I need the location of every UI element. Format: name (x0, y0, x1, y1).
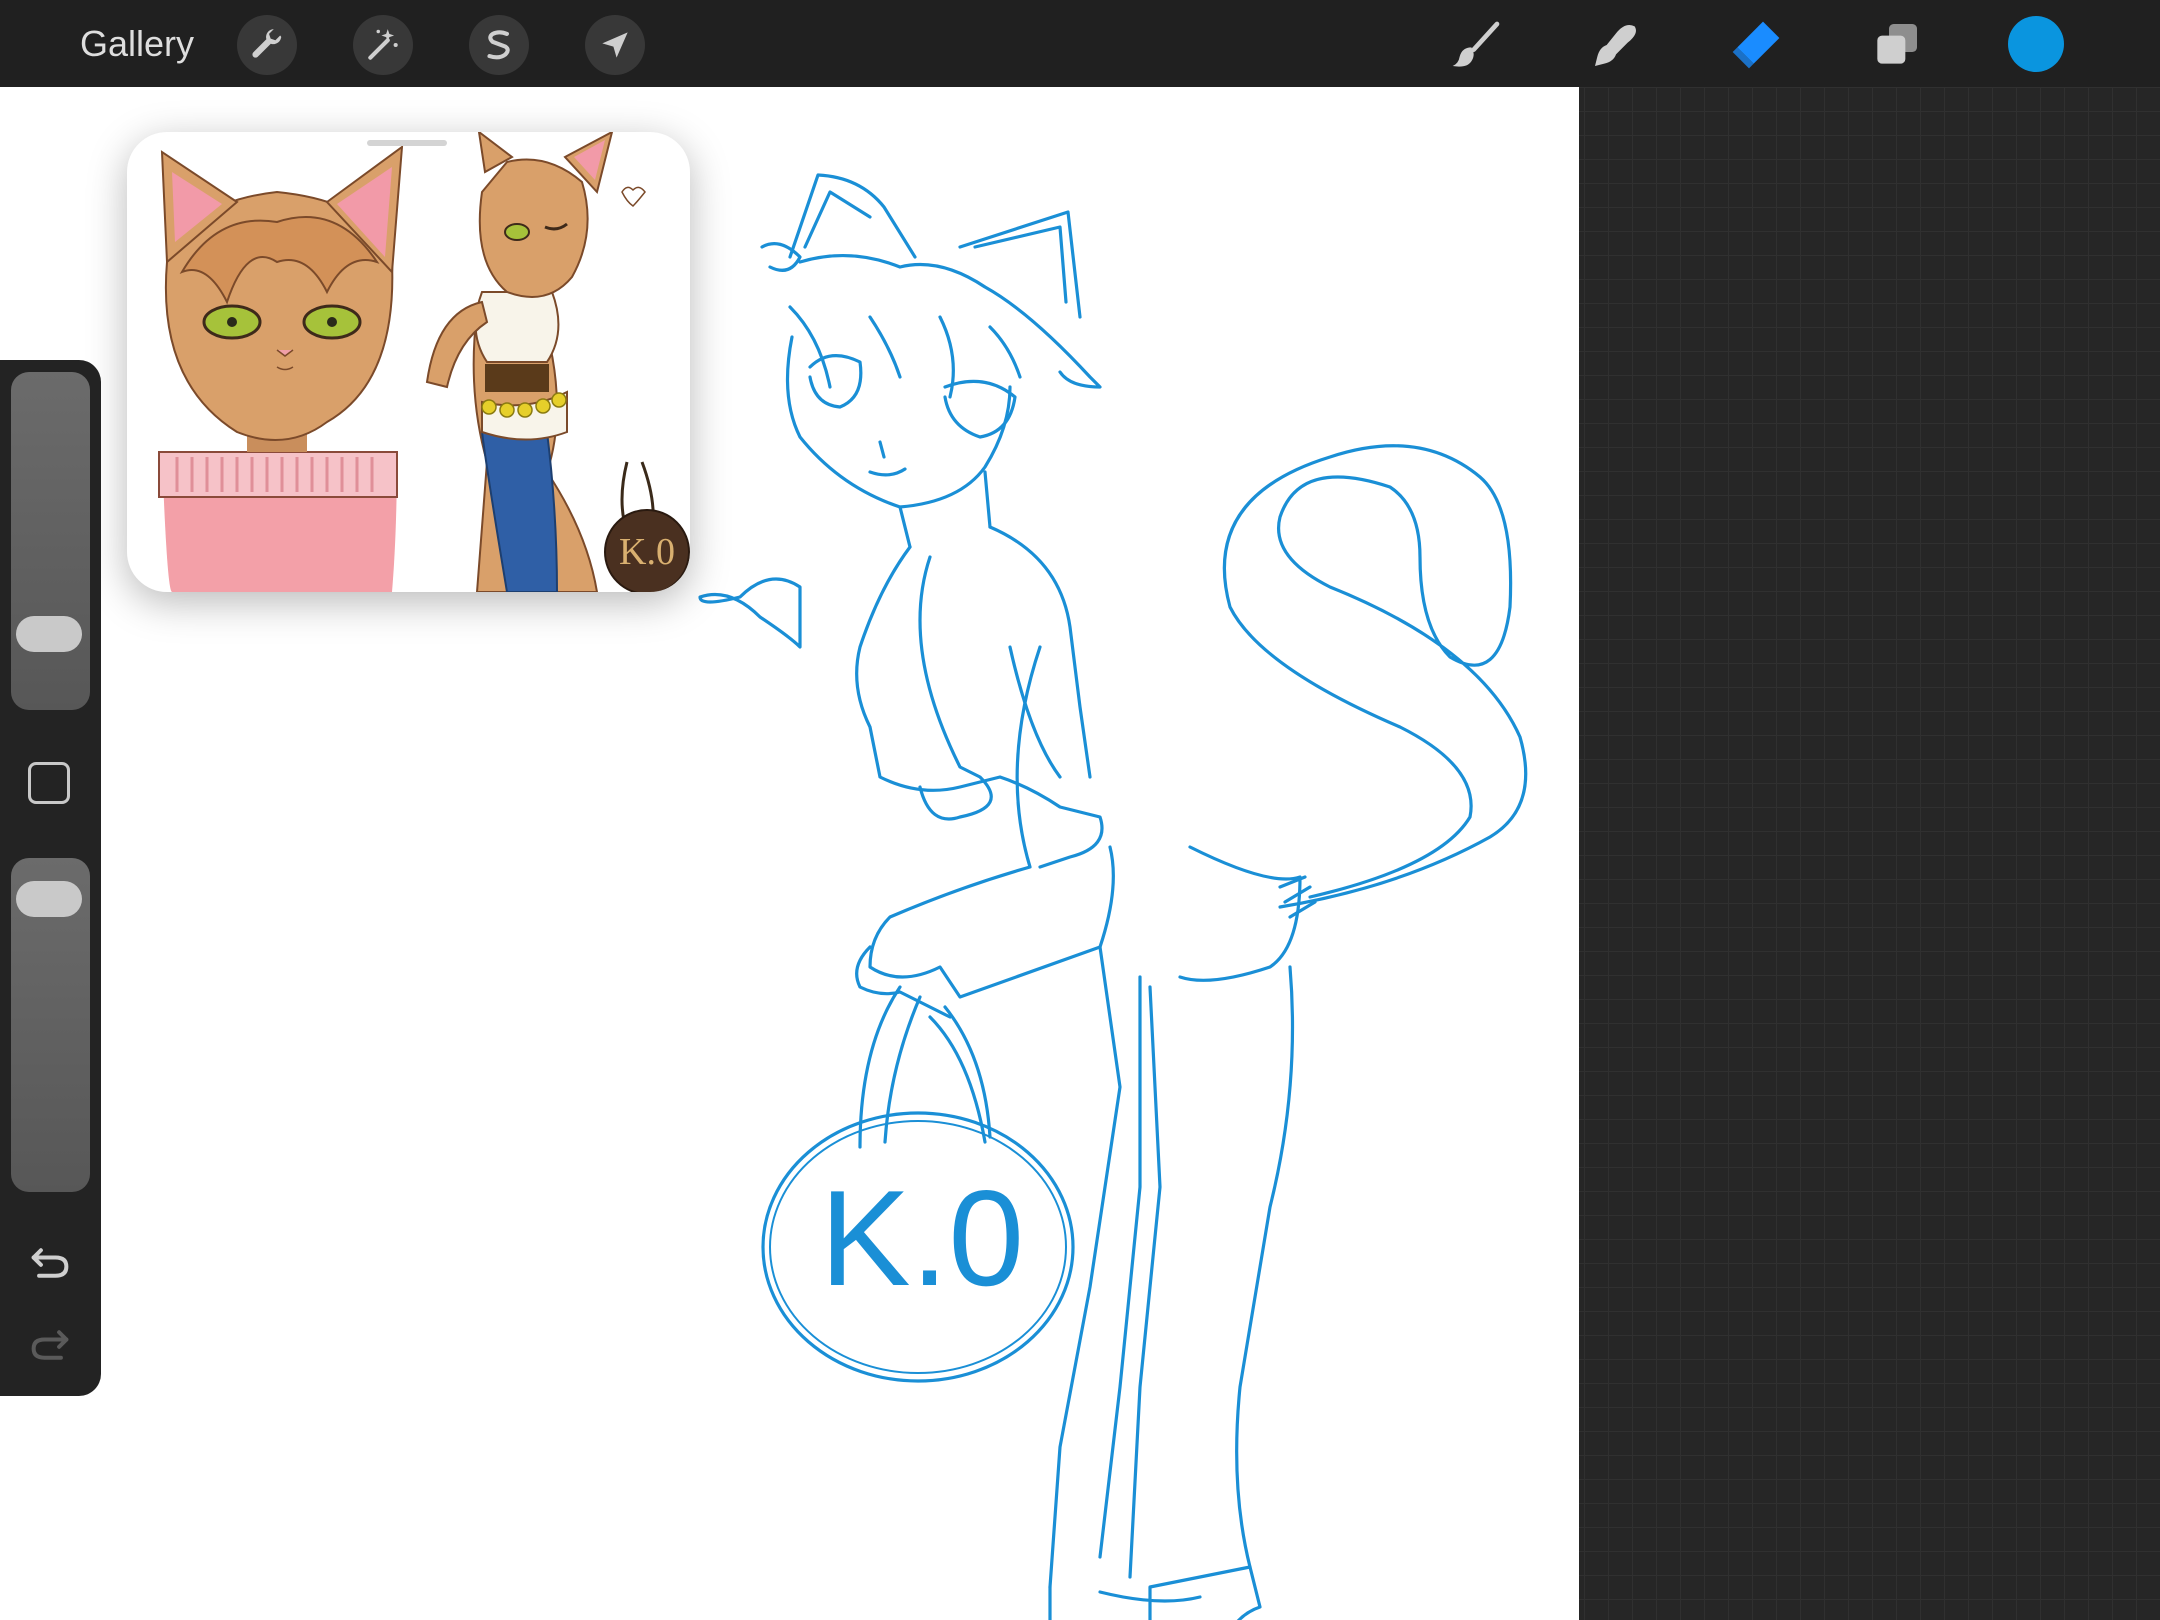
sketch-shoes (1048, 1565, 1262, 1620)
left-sidebar (0, 360, 101, 1396)
sketch-eye-left (808, 354, 863, 409)
modify-button[interactable] (28, 762, 70, 804)
sketch-neck (898, 470, 992, 549)
layers-button[interactable] (1864, 13, 1928, 77)
sketch-bag-text: K.0 (819, 1162, 1025, 1314)
reference-image (158, 132, 690, 592)
sketch-front-sleeve (868, 645, 1115, 999)
sketch-bag-handle (858, 985, 992, 1149)
sketch-heart (698, 577, 802, 649)
adjustments-button[interactable] (353, 15, 413, 75)
redo-icon (31, 1330, 69, 1360)
color-picker-button[interactable] (2008, 16, 2064, 72)
reference-drag-handle[interactable] (367, 140, 447, 146)
sketch-shirt (855, 525, 1104, 869)
sketch-pocket (1178, 845, 1302, 982)
top-toolbar: Gallery (0, 0, 2160, 87)
sketch-left-ear-inner (803, 190, 872, 249)
selection-s-icon (487, 30, 510, 60)
brush-size-slider[interactable] (11, 372, 90, 710)
magic-wand-icon (368, 29, 398, 60)
smudge-tool-button[interactable] (1584, 13, 1648, 77)
layers-icon (1877, 24, 1917, 64)
brush-icon (1452, 21, 1500, 67)
opacity-slider[interactable] (11, 858, 90, 1192)
undo-button[interactable] (22, 1238, 78, 1288)
procreate-app: K.0 K.0 Gallery (0, 0, 2160, 1620)
wrench-icon (252, 29, 282, 58)
actions-button[interactable] (237, 15, 297, 75)
transform-button[interactable] (585, 15, 645, 75)
gallery-button[interactable]: Gallery (80, 20, 194, 68)
eraser-tool-button[interactable] (1724, 13, 1788, 77)
selection-button[interactable] (469, 15, 529, 75)
brush-tool-button[interactable] (1444, 13, 1508, 77)
sketch-face (785, 335, 1012, 509)
sketch-left-ear (788, 173, 917, 259)
brush-size-thumb[interactable] (16, 616, 82, 652)
reference-window[interactable]: K.0 (127, 132, 690, 592)
opacity-thumb[interactable] (16, 881, 82, 917)
sketch-tail (1222, 444, 1528, 909)
sketch-legs (1048, 945, 1295, 1589)
sketch-nose-mouth (868, 440, 907, 477)
undo-icon (31, 1248, 69, 1278)
arrow-cursor-icon (602, 32, 628, 58)
reference-bag-text: K.0 (619, 531, 675, 573)
eraser-icon (1732, 21, 1780, 69)
redo-button[interactable] (22, 1320, 78, 1370)
smudge-finger-icon (1595, 25, 1636, 66)
